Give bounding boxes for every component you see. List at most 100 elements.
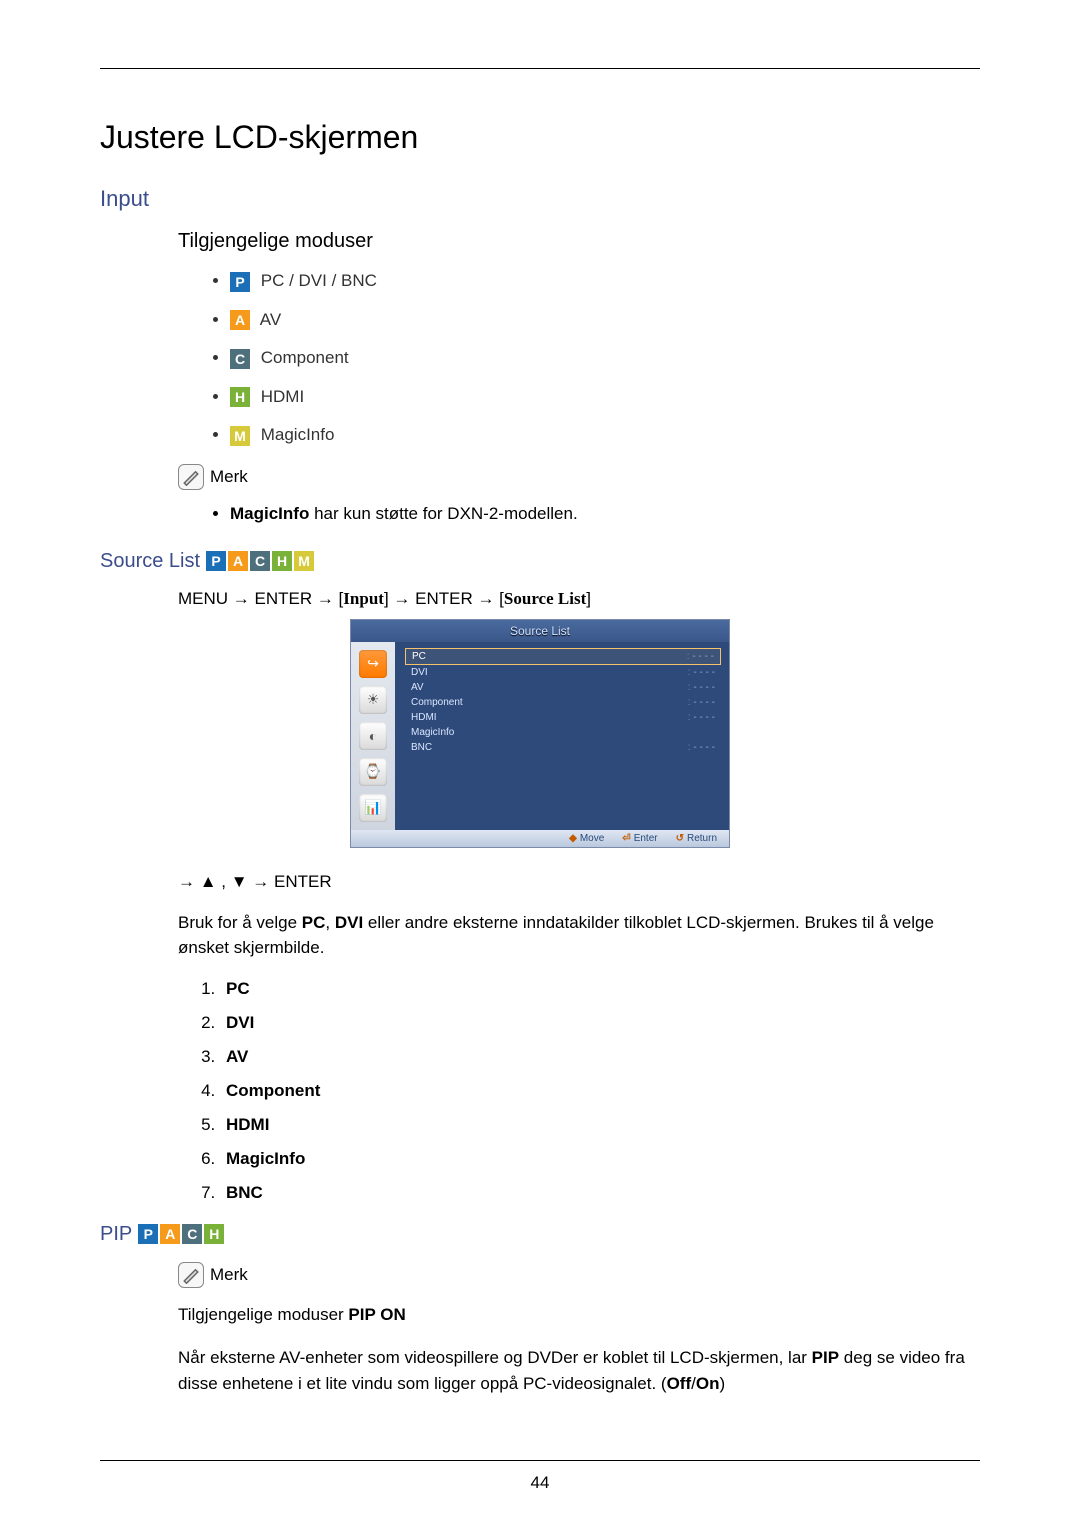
mode-item: M MagicInfo	[230, 425, 980, 446]
note-bullets: MagicInfo har kun støtte for DXN-2-model…	[230, 504, 980, 524]
mode-label: PC / DVI / BNC	[261, 271, 377, 290]
osd-body: ↪ ☀ ◐ ⌚ 📊 PC: - - - -DVI: - - - -AV: - -…	[351, 642, 729, 830]
osd-bottom-bar: ◆Move ⏎Enter ↺Return	[351, 830, 729, 847]
mode-item: A AV	[230, 310, 980, 331]
osd-row-name: HDMI	[411, 712, 437, 723]
note-icon	[178, 1262, 204, 1288]
osd-row-value: : - - - -	[675, 651, 714, 662]
badge-h-icon: H	[272, 551, 292, 571]
osd-side-icon: ↪	[359, 650, 387, 678]
text-part: Når eksterne AV-enheter som videospiller…	[178, 1348, 812, 1367]
text-part: Bruk for å velge	[178, 913, 302, 932]
page-title: Justere LCD-skjermen	[100, 119, 980, 156]
page-number: 44	[531, 1473, 550, 1492]
list-item: AV	[220, 1047, 980, 1067]
list-item-label: PC	[226, 979, 250, 998]
menu-path-bold: Input	[343, 589, 384, 608]
note-label: Merk	[210, 467, 248, 487]
list-item-label: Component	[226, 1081, 320, 1100]
badge-strip: P A C H	[138, 1224, 224, 1244]
text-part: Tilgjengelige moduser	[178, 1305, 348, 1324]
osd-row: HDMI : - - - -	[405, 710, 721, 725]
text-bold: On	[696, 1374, 720, 1393]
badge-a-icon: A	[228, 551, 248, 571]
top-rule	[100, 68, 980, 69]
osd-row-value: : - - - -	[676, 697, 715, 708]
list-item-label: BNC	[226, 1183, 263, 1202]
osd-screenshot: Source List ↪ ☀ ◐ ⌚ 📊 PC: - - - -DVI: - …	[350, 619, 730, 848]
list-item-label: AV	[226, 1047, 248, 1066]
osd-row: DVI: - - - -	[405, 665, 721, 680]
badge-a-icon: A	[230, 310, 250, 330]
mode-label: Component	[261, 348, 349, 367]
badge-h-icon: H	[204, 1224, 224, 1244]
osd-row-name: PC	[412, 651, 426, 662]
osd-side-icons: ↪ ☀ ◐ ⌚ 📊	[351, 642, 395, 830]
osd-row-name: BNC	[411, 742, 432, 753]
list-item: DVI	[220, 1013, 980, 1033]
badge-c-icon: C	[230, 349, 250, 369]
badge-strip: P A C H M	[206, 551, 314, 571]
note-bullet-text: har kun støtte for DXN-2-modellen.	[309, 504, 577, 523]
badge-m-icon: M	[294, 551, 314, 571]
note-icon	[178, 464, 204, 490]
modes-heading: Tilgjengelige moduser	[178, 230, 980, 253]
osd-bottom-item: ⏎Enter	[622, 833, 657, 844]
osd-row-value	[703, 727, 715, 738]
source-list-label: Source List	[100, 550, 200, 573]
list-item: BNC	[220, 1183, 980, 1203]
osd-row-value: : - - - -	[676, 682, 715, 693]
osd-row-value: : - - - -	[676, 742, 715, 753]
osd-row-name: Component	[411, 697, 463, 708]
badge-p-icon: P	[206, 551, 226, 571]
pip-modes-text: Tilgjengelige moduser PIP ON	[178, 1302, 980, 1328]
badge-a-icon: A	[160, 1224, 180, 1244]
footer-rule	[100, 1460, 980, 1461]
osd-side-icon: 📊	[359, 794, 387, 822]
badge-p-icon: P	[138, 1224, 158, 1244]
pip-label: PIP	[100, 1223, 132, 1246]
menu-path-part: ] → ENTER → [	[384, 589, 504, 608]
osd-row: AV: - - - -	[405, 680, 721, 695]
menu-path-part: ]	[586, 589, 591, 608]
mode-label: MagicInfo	[261, 425, 335, 444]
osd-row: BNC : - - - -	[405, 740, 721, 755]
osd-row-value: : - - - -	[676, 667, 715, 678]
osd-bottom-item: ↺Return	[676, 833, 717, 844]
mode-item: H HDMI	[230, 387, 980, 408]
osd-title: Source List	[351, 620, 729, 642]
mode-label: HDMI	[261, 387, 304, 406]
osd-bottom-item: ◆Move	[569, 833, 604, 844]
text-bold: PIP	[812, 1348, 839, 1367]
text-bold: DVI	[335, 913, 363, 932]
page-footer: 44	[100, 1460, 980, 1493]
list-item-label: HDMI	[226, 1115, 269, 1134]
osd-row-value: : - - - -	[676, 712, 715, 723]
menu-path-part: MENU → ENTER → [	[178, 589, 343, 608]
source-number-list: PCDVIAVComponentHDMIMagicInfoBNC	[220, 979, 980, 1203]
badge-m-icon: M	[230, 426, 250, 446]
pip-heading: PIP P A C H	[100, 1223, 980, 1246]
osd-side-icon: ⌚	[359, 758, 387, 786]
osd-side-icon: ☀	[359, 686, 387, 714]
list-item: HDMI	[220, 1115, 980, 1135]
text-part: ,	[325, 913, 334, 932]
osd-side-icon: ◐	[359, 722, 387, 750]
osd-row: Component : - - - -	[405, 695, 721, 710]
osd-content: PC: - - - -DVI: - - - -AV: - - - -Compon…	[395, 642, 729, 830]
note-bullet: MagicInfo har kun støtte for DXN-2-model…	[230, 504, 980, 524]
badge-c-icon: C	[182, 1224, 202, 1244]
menu-path: MENU → ENTER → [Input] → ENTER → [Source…	[178, 589, 980, 609]
note-bullet-bold: MagicInfo	[230, 504, 309, 523]
list-item: PC	[220, 979, 980, 999]
source-list-heading: Source List P A C H M	[100, 550, 980, 573]
text-part: )	[719, 1374, 725, 1393]
osd-row: PC : - - - -	[405, 648, 721, 665]
badge-p-icon: P	[230, 272, 250, 292]
note-row: Merk	[178, 1262, 980, 1288]
note-label: Merk	[210, 1265, 248, 1285]
post-nav-path: → ▲ , ▼ → ENTER	[178, 872, 980, 892]
menu-path-bold: Source List	[504, 589, 586, 608]
text-bold: Off	[667, 1374, 692, 1393]
mode-label: AV	[260, 310, 281, 329]
